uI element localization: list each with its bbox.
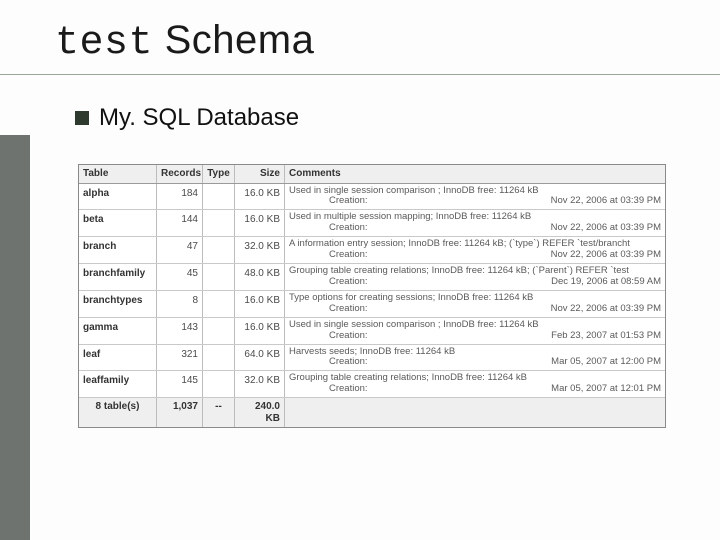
cell-type bbox=[203, 318, 235, 344]
col-header-comments: Comments bbox=[285, 165, 665, 183]
creation-label: Creation: bbox=[289, 331, 368, 342]
table-row: branch47 32.0 KBA information entry sessi… bbox=[79, 237, 665, 264]
bullet-text: My. SQL Database bbox=[99, 104, 299, 132]
footer-records-total: 1,037 bbox=[157, 398, 203, 427]
title-underline bbox=[0, 74, 720, 75]
cell-table-name: leaf bbox=[79, 345, 157, 371]
cell-comments: Harvests seeds; InnoDB free: 11264 kBCre… bbox=[285, 345, 665, 371]
cell-type bbox=[203, 210, 235, 236]
cell-comments: Used in multiple session mapping; InnoDB… bbox=[285, 210, 665, 236]
creation-label: Creation: bbox=[289, 196, 368, 207]
cell-size: 16.0 KB bbox=[235, 318, 285, 344]
creation-date: Nov 22, 2006 at 03:39 PM bbox=[551, 250, 661, 261]
cell-records: 184 bbox=[157, 184, 203, 210]
cell-comments: Used in single session comparison ; Inno… bbox=[285, 318, 665, 344]
cell-table-name: leaffamily bbox=[79, 371, 157, 397]
cell-type bbox=[203, 371, 235, 397]
table-row: leaffamily145 32.0 KBGrouping table creat… bbox=[79, 371, 665, 398]
cell-records: 143 bbox=[157, 318, 203, 344]
cell-table-name: branch bbox=[79, 237, 157, 263]
cell-records: 145 bbox=[157, 371, 203, 397]
cell-records: 8 bbox=[157, 291, 203, 317]
cell-type bbox=[203, 291, 235, 317]
cell-table-name: branchtypes bbox=[79, 291, 157, 317]
comment-text: Used in single session comparison ; Inno… bbox=[289, 320, 661, 331]
creation-date: Nov 22, 2006 at 03:39 PM bbox=[551, 223, 661, 234]
cell-records: 144 bbox=[157, 210, 203, 236]
footer-tables-count: 8 table(s) bbox=[79, 398, 157, 427]
creation-date: Nov 22, 2006 at 03:39 PM bbox=[551, 196, 661, 207]
cell-type bbox=[203, 264, 235, 290]
creation-date: Dec 19, 2006 at 08:59 AM bbox=[551, 277, 661, 288]
cell-records: 45 bbox=[157, 264, 203, 290]
cell-size: 16.0 KB bbox=[235, 210, 285, 236]
cell-type bbox=[203, 184, 235, 210]
square-bullet-icon bbox=[75, 111, 89, 125]
cell-table-name: gamma bbox=[79, 318, 157, 344]
cell-size: 64.0 KB bbox=[235, 345, 285, 371]
cell-type bbox=[203, 237, 235, 263]
creation-label: Creation: bbox=[289, 250, 368, 261]
creation-label: Creation: bbox=[289, 357, 368, 368]
side-stripe bbox=[0, 135, 30, 540]
cell-comments: A information entry session; InnoDB free… bbox=[285, 237, 665, 263]
cell-size: 16.0 KB bbox=[235, 184, 285, 210]
cell-records: 321 bbox=[157, 345, 203, 371]
cell-table-name: alpha bbox=[79, 184, 157, 210]
slide-title: test Schema bbox=[55, 18, 314, 66]
creation-date: Nov 22, 2006 at 03:39 PM bbox=[551, 304, 661, 315]
creation-label: Creation: bbox=[289, 304, 368, 315]
table-footer-row: 8 table(s) 1,037 -- 240.0 KB bbox=[79, 398, 665, 427]
title-mono: test bbox=[55, 21, 153, 66]
cell-type bbox=[203, 345, 235, 371]
footer-empty bbox=[285, 398, 665, 427]
creation-date: Mar 05, 2007 at 12:00 PM bbox=[551, 357, 661, 368]
cell-size: 32.0 KB bbox=[235, 237, 285, 263]
footer-size-total: 240.0 KB bbox=[235, 398, 285, 427]
table-row: leaf321 64.0 KBHarvests seeds; InnoDB fre… bbox=[79, 345, 665, 372]
cell-comments: Used in single session comparison ; Inno… bbox=[285, 184, 665, 210]
cell-size: 32.0 KB bbox=[235, 371, 285, 397]
table-row: beta144 16.0 KBUsed in multiple session m… bbox=[79, 210, 665, 237]
cell-table-name: branchfamily bbox=[79, 264, 157, 290]
col-header-records: Records bbox=[157, 165, 203, 183]
cell-table-name: beta bbox=[79, 210, 157, 236]
table-row: branchfamily45 48.0 KBGrouping table crea… bbox=[79, 264, 665, 291]
col-header-table: Table bbox=[79, 165, 157, 183]
cell-records: 47 bbox=[157, 237, 203, 263]
table-header-row: Table Records Type Size Comments bbox=[79, 165, 665, 184]
table-row: alpha184 16.0 KBUsed in single session co… bbox=[79, 184, 665, 211]
table-row: branchtypes8 16.0 KBType options for crea… bbox=[79, 291, 665, 318]
creation-date: Mar 05, 2007 at 12:01 PM bbox=[551, 384, 661, 395]
cell-comments: Type options for creating sessions; Inno… bbox=[285, 291, 665, 317]
creation-label: Creation: bbox=[289, 277, 368, 288]
title-rest: Schema bbox=[153, 18, 314, 62]
cell-size: 16.0 KB bbox=[235, 291, 285, 317]
creation-label: Creation: bbox=[289, 384, 368, 395]
slide: test Schema My. SQL Database Table Recor… bbox=[0, 0, 720, 540]
col-header-size: Size bbox=[235, 165, 285, 183]
cell-size: 48.0 KB bbox=[235, 264, 285, 290]
footer-type: -- bbox=[203, 398, 235, 427]
schema-table: Table Records Type Size Comments alpha18… bbox=[78, 164, 666, 428]
bullet-row: My. SQL Database bbox=[75, 104, 299, 132]
cell-comments: Grouping table creating relations; InnoD… bbox=[285, 371, 665, 397]
creation-label: Creation: bbox=[289, 223, 368, 234]
table-row: gamma143 16.0 KB Used in single session co… bbox=[79, 318, 665, 345]
col-header-type: Type bbox=[203, 165, 235, 183]
cell-comments: Grouping table creating relations; InnoD… bbox=[285, 264, 665, 290]
creation-date: Feb 23, 2007 at 01:53 PM bbox=[551, 331, 661, 342]
